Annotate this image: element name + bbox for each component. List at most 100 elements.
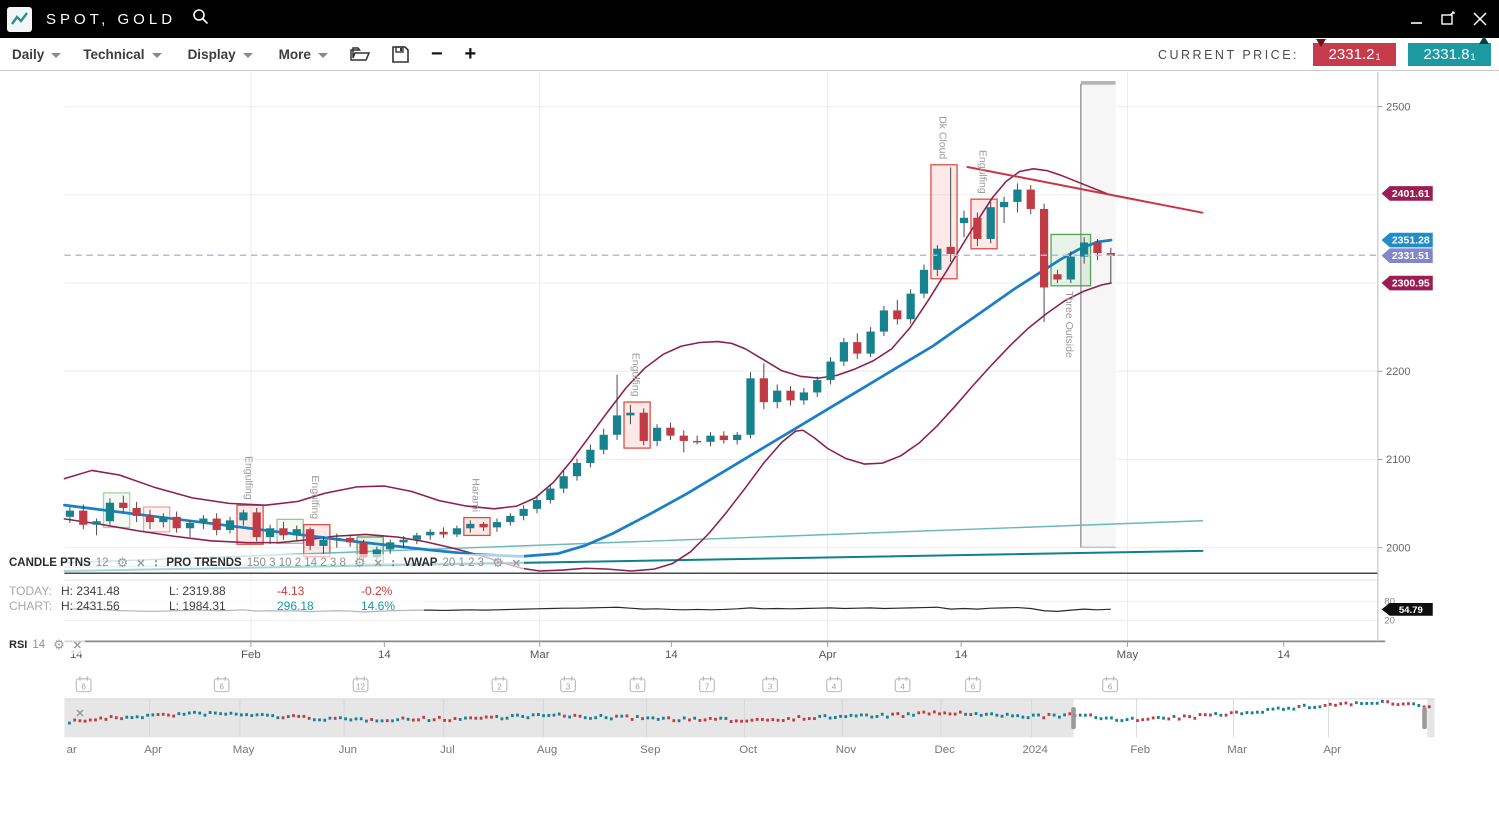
svg-text:Apr: Apr: [144, 744, 162, 756]
date-range-navigator[interactable]: ✕: [64, 699, 1434, 737]
today-label: TODAY:: [9, 584, 61, 598]
svg-text:2401.61: 2401.61: [1392, 188, 1430, 200]
today-high: H: 2341.48: [61, 584, 169, 598]
svg-text:2: 2: [497, 682, 502, 691]
rsi-param: 14: [32, 639, 45, 651]
svg-text:2000: 2000: [1386, 542, 1410, 554]
svg-text:14: 14: [955, 649, 968, 661]
legend-vwap: VWAP: [404, 557, 438, 569]
svg-text:Oct: Oct: [739, 744, 758, 756]
svg-text:Feb: Feb: [241, 649, 261, 661]
svg-text:May: May: [233, 744, 255, 756]
chart-high: H: 2431.56: [61, 599, 169, 613]
svg-text:6: 6: [971, 682, 976, 691]
svg-text:Engulfing: Engulfing: [242, 456, 254, 500]
svg-text:Feb: Feb: [1130, 744, 1150, 756]
svg-text:54.79: 54.79: [1399, 605, 1423, 616]
window-controls: [1407, 0, 1489, 38]
svg-text:12: 12: [356, 682, 366, 691]
open-folder-icon[interactable]: [350, 46, 370, 62]
today-low: L: 2319.88: [169, 584, 277, 598]
rsi-legend: RSI 14 ⚙ ✕: [6, 636, 85, 654]
svg-text:Apr: Apr: [1323, 744, 1341, 756]
zoom-out-button[interactable]: −: [431, 44, 443, 64]
zoom-in-button[interactable]: +: [465, 44, 477, 64]
svg-text:Nov: Nov: [836, 744, 857, 756]
svg-text:Engulfing: Engulfing: [630, 353, 642, 397]
save-icon[interactable]: [392, 46, 409, 63]
svg-text:6: 6: [219, 682, 224, 691]
svg-text:Aug: Aug: [537, 744, 557, 756]
menu-daily[interactable]: Daily: [12, 47, 61, 62]
navigator-close-icon[interactable]: ✕: [75, 708, 84, 720]
navigator-handle-right[interactable]: [1422, 707, 1427, 729]
close-button[interactable]: [1471, 10, 1489, 28]
gear-icon[interactable]: ⚙: [117, 555, 129, 571]
menu-display[interactable]: Display: [188, 47, 253, 62]
navigator-handle-left[interactable]: [1071, 707, 1076, 729]
toolbar: Daily Technical Display More − + CURRENT…: [0, 38, 1499, 71]
svg-text:2024: 2024: [1022, 744, 1048, 756]
symbol-title: SPOT, GOLD: [46, 11, 176, 28]
chevron-down-icon: [51, 53, 61, 58]
svg-text:20: 20: [1384, 616, 1395, 627]
ask-price-pip: 1: [1470, 52, 1475, 62]
close-icon[interactable]: ✕: [73, 639, 82, 652]
svg-text:Mar: Mar: [1227, 744, 1247, 756]
svg-text:2351.28: 2351.28: [1392, 235, 1430, 247]
current-price-label: CURRENT PRICE:: [1158, 48, 1299, 62]
bid-price-button[interactable]: 2331.21: [1313, 43, 1396, 66]
gear-icon[interactable]: ⚙: [354, 555, 366, 571]
gear-icon[interactable]: ⚙: [53, 637, 65, 653]
x-axis-labels: 14Feb14Mar14Apr14May14: [70, 641, 1291, 660]
today-change: -4.13: [277, 584, 343, 598]
legend-vwap-params: 20 1 2 3: [442, 557, 484, 569]
svg-text:May: May: [1117, 649, 1139, 661]
main-chart[interactable]: EngulfingEngulfingHaramiEngulfingDk Clou…: [0, 71, 1499, 826]
svg-text:Sep: Sep: [640, 744, 660, 756]
svg-text:4: 4: [900, 682, 905, 691]
chevron-down-icon: [152, 53, 162, 58]
bid-price: 2331.2: [1329, 46, 1375, 63]
menu-display-label: Display: [188, 47, 236, 62]
svg-text:4: 4: [832, 682, 837, 691]
today-stats-row: TODAY: H: 2341.48 L: 2319.88 -4.13 -0.2%: [6, 583, 424, 599]
legend-trends-params: 150 3 10 2 14 2 3 8: [247, 557, 346, 569]
band-lower-line: [64, 283, 1111, 571]
search-icon[interactable]: [192, 8, 209, 30]
svg-text:2300.95: 2300.95: [1392, 278, 1430, 290]
legend-separator: ∶: [154, 557, 157, 570]
legend-candle-params: 12: [96, 557, 109, 569]
chart-range-pct: 14.6%: [361, 599, 421, 613]
navigator-unselected-right: [1427, 699, 1434, 737]
svg-text:6: 6: [81, 682, 86, 691]
close-icon[interactable]: ✕: [512, 557, 521, 570]
svg-text:ar: ar: [67, 744, 77, 756]
svg-text:Engulfing: Engulfing: [976, 150, 988, 194]
svg-text:14: 14: [378, 649, 391, 661]
calendar-markers[interactable]: 6612236734466: [76, 677, 1117, 692]
minimize-button[interactable]: [1407, 10, 1425, 28]
chevron-down-icon: [318, 53, 328, 58]
svg-text:2331.51: 2331.51: [1392, 250, 1430, 262]
menu-more[interactable]: More: [279, 47, 328, 62]
menu-technical[interactable]: Technical: [83, 47, 161, 62]
app-window: SPOT, GOLD Daily Technical Display More: [0, 0, 1499, 826]
gear-icon[interactable]: ⚙: [492, 555, 504, 571]
svg-text:7: 7: [705, 682, 710, 691]
svg-text:Engulfing: Engulfing: [309, 475, 321, 519]
svg-text:Three Outside: Three Outside: [1063, 291, 1075, 358]
close-icon[interactable]: ✕: [136, 557, 145, 570]
ask-price-button[interactable]: 2331.81: [1408, 43, 1491, 66]
svg-text:3: 3: [768, 682, 773, 691]
app-logo-icon: [7, 7, 32, 32]
close-icon[interactable]: ✕: [374, 557, 383, 570]
rsi-name: RSI: [9, 639, 27, 651]
current-price-zone: CURRENT PRICE: 2331.21 2331.81: [1158, 38, 1491, 71]
svg-text:14: 14: [1277, 649, 1290, 661]
svg-text:Mar: Mar: [530, 649, 550, 661]
svg-text:Dk Cloud: Dk Cloud: [936, 116, 948, 159]
ask-price: 2331.8: [1424, 46, 1470, 63]
popout-button[interactable]: [1439, 10, 1457, 28]
menu-daily-label: Daily: [12, 47, 44, 62]
